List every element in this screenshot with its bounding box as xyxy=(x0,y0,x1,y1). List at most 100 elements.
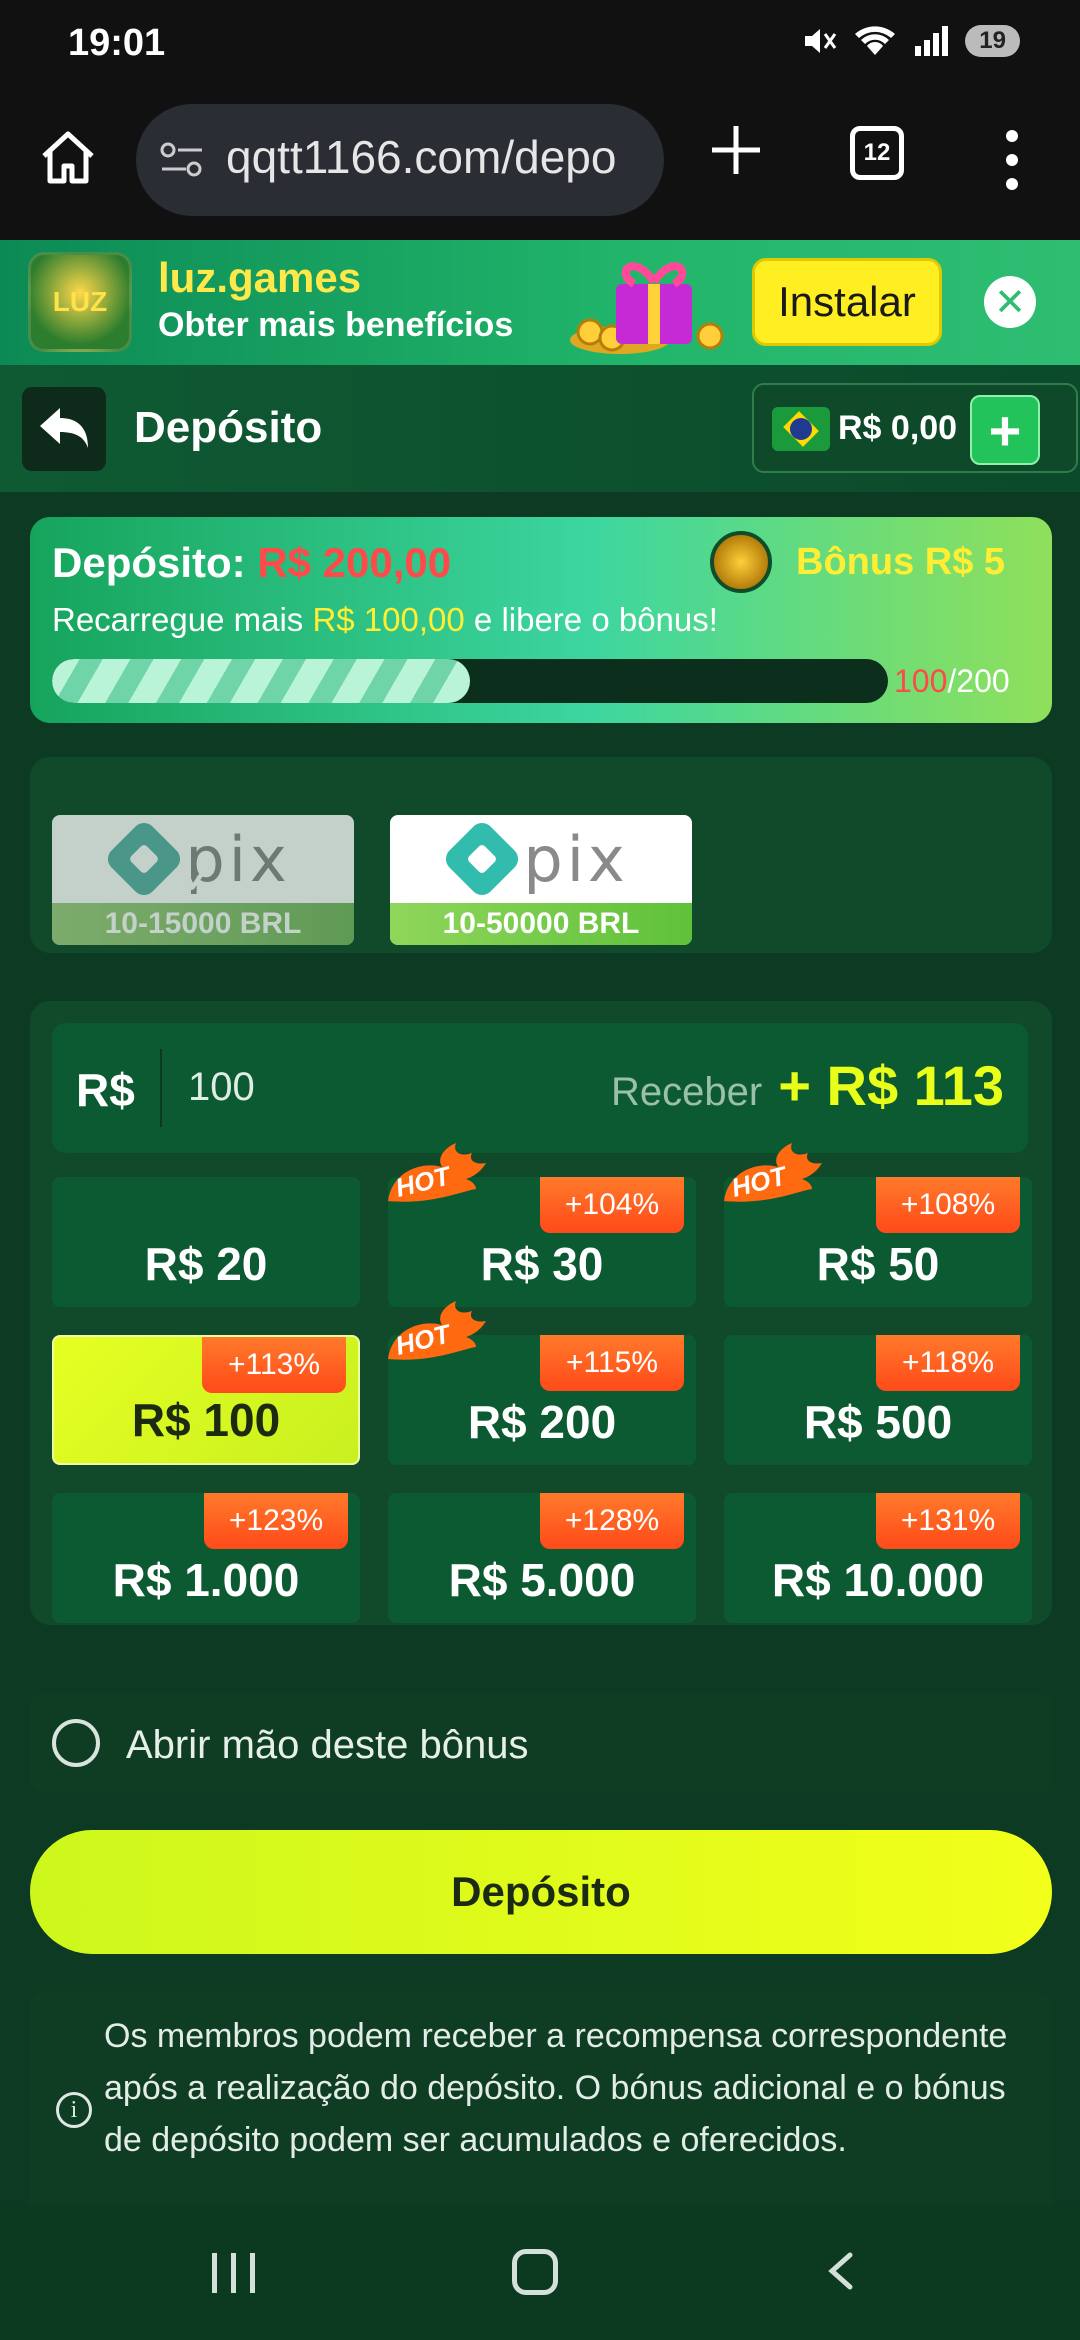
progress-subtitle: Recarregue mais R$ 100,00 e libere o bôn… xyxy=(52,601,718,639)
info-text: Os membros podem receber a recompensa co… xyxy=(104,2017,1008,2159)
deposit-button[interactable]: Depósito xyxy=(30,1830,1052,1954)
check-icon: ✓ xyxy=(178,847,224,907)
balance-widget: R$ 0,00 + xyxy=(752,383,1078,473)
progress-label: Depósito: xyxy=(52,539,258,586)
subtitle-prefix: Recarregue mais xyxy=(52,601,313,638)
mute-icon xyxy=(805,29,837,53)
payment-methods: pix 10-15000 BRL ✓ pix 10-50000 BRL xyxy=(30,757,1052,953)
amount-chip[interactable]: R$ 20 xyxy=(52,1177,360,1307)
amount-chip-selected[interactable]: +113% R$ 100 xyxy=(52,1335,360,1465)
url-text: qqtt1166.com/depo xyxy=(226,131,617,183)
browser-toolbar: qqtt1166.com/depo 12 xyxy=(0,90,1080,240)
currency-label: R$ xyxy=(76,1064,135,1116)
bonus-badge: +115% xyxy=(540,1335,684,1391)
address-bar[interactable]: qqtt1166.com/depo xyxy=(136,104,664,216)
progress-current: 100 xyxy=(894,663,948,699)
payment-range: 10-50000 BRL xyxy=(390,903,692,945)
receive-summary: Receber + R$ 113 xyxy=(611,1053,1004,1118)
chip-value: R$ 10.000 xyxy=(771,1554,985,1606)
deposit-page: Depósito R$ 0,00 + Depósito: R$ 200,00 B… xyxy=(0,365,1080,2205)
bonus-badge: +131% xyxy=(876,1493,1020,1549)
payment-name: pix xyxy=(523,822,629,896)
bonus-amount: Bônus R$ 5 xyxy=(796,541,1006,583)
app-logo: LUZ xyxy=(28,252,132,352)
back-button[interactable] xyxy=(22,387,106,471)
info-icon: i xyxy=(56,2092,92,2128)
brazil-flag-icon xyxy=(772,407,830,451)
signal-icon xyxy=(915,26,949,56)
new-tab-icon[interactable] xyxy=(706,120,766,180)
back-nav-icon[interactable] xyxy=(822,2251,862,2291)
chip-value: R$ 20 xyxy=(144,1238,268,1290)
status-time: 19:01 xyxy=(68,22,166,64)
amount-input[interactable]: R$ 100 Receber + R$ 113 xyxy=(52,1023,1028,1153)
bonus-badge: +113% xyxy=(202,1337,346,1393)
status-icons: 19 xyxy=(801,24,1020,58)
page-header: Depósito R$ 0,00 + xyxy=(0,365,1080,492)
home-icon[interactable] xyxy=(36,126,100,190)
tab-switcher-button[interactable]: 12 xyxy=(850,126,904,180)
amount-chip[interactable]: +118% R$ 500 xyxy=(724,1335,1032,1465)
pix-icon xyxy=(103,817,186,901)
app-install-banner: LUZ luz.games Obter mais benefícios Inst… xyxy=(0,240,1080,365)
bonus-badge: +128% xyxy=(540,1493,684,1549)
receive-value: + R$ 113 xyxy=(778,1054,1004,1117)
chip-value: R$ 5.000 xyxy=(448,1554,636,1606)
recents-icon[interactable] xyxy=(212,2253,255,2293)
deposit-progress-card: Depósito: R$ 200,00 Bônus R$ 5 Recarregu… xyxy=(30,517,1052,723)
progress-bar xyxy=(52,659,888,703)
close-icon[interactable]: ✕ xyxy=(984,276,1036,328)
install-button[interactable]: Instalar xyxy=(752,258,942,346)
subtitle-suffix: e libere o bônus! xyxy=(464,601,718,638)
info-notice: i Os membros podem receber a recompensa … xyxy=(30,1992,1052,2205)
hot-flame-icon: HOT xyxy=(724,1143,822,1203)
progress-count: 100/200 xyxy=(894,663,1010,700)
more-options-icon[interactable] xyxy=(1000,130,1024,190)
app-name: luz.games xyxy=(158,254,362,301)
chip-value: R$ 1.000 xyxy=(112,1554,300,1606)
system-nav-bar xyxy=(0,2205,1080,2340)
progress-target: /200 xyxy=(947,663,1010,699)
input-divider xyxy=(160,1049,162,1127)
gift-icon xyxy=(570,262,724,354)
bonus-badge: +104% xyxy=(540,1177,684,1233)
amount-chip[interactable]: +128% R$ 5.000 xyxy=(388,1493,696,1623)
chip-value: R$ 500 xyxy=(803,1396,953,1448)
optout-label: Abrir mão deste bônus xyxy=(126,1723,529,1767)
amount-panel: R$ 100 Receber + R$ 113 R$ 20 +104% R$ 3… xyxy=(30,1001,1052,1625)
progress-amount: R$ 200,00 xyxy=(257,539,452,586)
amount-chip[interactable]: +123% R$ 1.000 xyxy=(52,1493,360,1623)
add-funds-button[interactable]: + xyxy=(970,395,1040,465)
chip-value: R$ 50 xyxy=(816,1238,940,1290)
site-settings-icon[interactable] xyxy=(160,142,204,178)
amount-chip[interactable]: +131% R$ 10.000 xyxy=(724,1493,1032,1623)
bonus-badge: +123% xyxy=(204,1493,348,1549)
page-title: Depósito xyxy=(134,403,323,452)
wifi-icon xyxy=(855,26,896,55)
progress-title: Depósito: R$ 200,00 xyxy=(52,539,451,587)
balance-amount: R$ 0,00 xyxy=(838,409,958,447)
chip-value: R$ 30 xyxy=(480,1238,604,1290)
pix-icon xyxy=(441,817,524,901)
bonus-badge: +108% xyxy=(876,1177,1020,1233)
payment-option-pix-1[interactable]: pix 10-15000 BRL ✓ xyxy=(52,815,354,945)
payment-range: 10-15000 BRL xyxy=(52,903,354,945)
back-arrow-icon xyxy=(40,408,88,448)
app-subtitle: Obter mais benefícios xyxy=(158,306,514,344)
payment-option-pix-2[interactable]: pix 10-50000 BRL xyxy=(390,815,692,945)
amount-value[interactable]: 100 xyxy=(188,1065,255,1110)
coin-icon xyxy=(710,531,772,593)
pix-logo: pix xyxy=(390,815,692,903)
subtitle-amount: R$ 100,00 xyxy=(312,601,465,638)
status-bar: 19:01 19 xyxy=(0,0,1080,90)
progress-fill xyxy=(52,659,470,703)
home-nav-icon[interactable] xyxy=(512,2249,558,2295)
bonus-optout[interactable]: Abrir mão deste bônus xyxy=(30,1693,1052,1793)
receive-label: Receber xyxy=(611,1070,763,1114)
chip-value: R$ 200 xyxy=(467,1396,617,1448)
hot-flame-icon: HOT xyxy=(388,1143,486,1203)
hot-flame-icon: HOT xyxy=(388,1301,486,1361)
chip-value: R$ 100 xyxy=(131,1394,281,1446)
optout-radio[interactable] xyxy=(52,1719,100,1767)
battery-indicator: 19 xyxy=(965,25,1020,57)
